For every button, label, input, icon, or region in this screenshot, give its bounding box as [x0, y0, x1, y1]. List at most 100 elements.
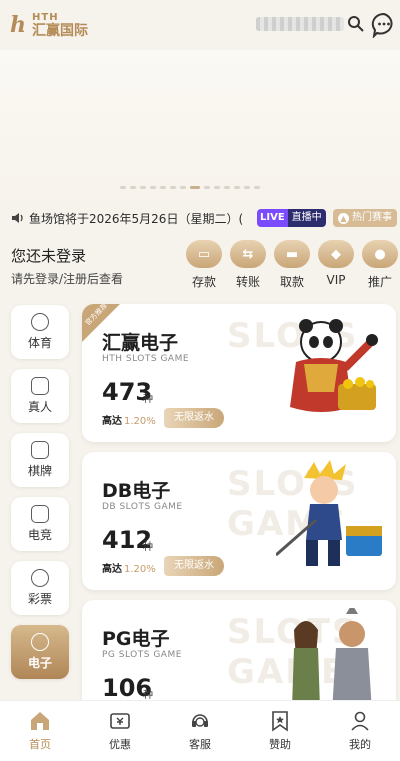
pagination-dot[interactable]	[150, 186, 156, 189]
home-icon	[31, 712, 49, 730]
support-icon	[192, 714, 208, 727]
pagination-dot[interactable]	[140, 186, 146, 189]
warrior-character	[276, 460, 382, 566]
pagination-dot[interactable]	[204, 186, 210, 189]
chat-icon[interactable]	[371, 12, 397, 38]
category-sports[interactable]: 体育	[11, 305, 69, 359]
gamepad-icon	[31, 505, 49, 523]
rebate-rate: 高达 1.20%	[102, 560, 156, 575]
card-subtitle: DB SLOTS GAME	[102, 502, 183, 512]
rebate-value: 1.20%	[124, 416, 156, 427]
login-subtitle: 请先登录/注册后查看	[11, 272, 124, 286]
action-label: 推广	[367, 275, 392, 289]
category-label: 电竞	[27, 528, 52, 542]
nav-label: 赞助	[269, 738, 291, 751]
coins-icon	[31, 633, 49, 651]
rebate-label: 高达	[102, 564, 122, 575]
chess-icon	[31, 441, 49, 459]
nav-label: 首页	[29, 738, 51, 751]
action-withdraw[interactable]: ▬ 取款	[274, 240, 310, 290]
pagination-dot[interactable]	[234, 186, 240, 189]
promote-icon: ●	[362, 240, 398, 268]
logo-mark: h	[10, 12, 26, 38]
live-label: LIVE	[257, 209, 288, 227]
action-label: 转账	[235, 275, 260, 289]
category-slots[interactable]: 电子	[11, 625, 69, 679]
bottom-nav: 首页 优惠 客服 赞助 我的	[0, 700, 400, 761]
vip-icon: ◆	[318, 240, 354, 268]
pagination-dot[interactable]	[160, 186, 166, 189]
nav-support[interactable]: 客服	[160, 701, 240, 761]
nav-home[interactable]: 首页	[0, 701, 80, 761]
category-label: 棋牌	[27, 464, 52, 478]
promo-banner[interactable]	[0, 50, 400, 202]
card-subtitle: PG SLOTS GAME	[102, 650, 182, 660]
panda-character	[290, 319, 378, 412]
live-badge[interactable]: LIVE 直播中	[257, 209, 326, 227]
coupon-icon	[110, 713, 130, 729]
category-label: 电子	[27, 656, 52, 670]
game-card-db[interactable]: SLOTS GAME DB电子 DB SLOTS GAME 412 种 高达 1.…	[82, 452, 396, 590]
rebate-value: 1.20%	[124, 564, 156, 575]
profile-icon	[351, 711, 369, 731]
login-prompt[interactable]: 您还未登录 请先登录/注册后查看	[11, 245, 123, 287]
card-title: 汇赢电子	[102, 332, 179, 354]
card-subtitle: HTH SLOTS GAME	[102, 354, 190, 364]
deposit-icon: ▭	[186, 240, 222, 268]
soccer-icon	[31, 313, 49, 331]
rebate-rate: 高达 1.20%	[102, 412, 156, 427]
speaker-icon	[12, 213, 23, 223]
pagination-dot[interactable]	[130, 186, 136, 189]
pagination-dot[interactable]	[180, 186, 186, 189]
pagination-dot[interactable]	[120, 186, 126, 189]
logo[interactable]: h HTH 汇赢国际	[10, 12, 88, 38]
live-text: 直播中	[287, 209, 326, 227]
unlimited-rebate-badge: 无限返水	[164, 556, 224, 576]
transfer-icon: ⇆	[230, 240, 266, 268]
category-chess[interactable]: 棋牌	[11, 433, 69, 487]
category-label: 体育	[27, 336, 52, 350]
count-unit: 种	[143, 394, 153, 405]
hot-events-button[interactable]: ▲ 热门赛事	[333, 209, 397, 227]
category-esports[interactable]: 电竞	[11, 497, 69, 551]
unlimited-rebate-badge: 无限返水	[164, 408, 224, 428]
pagination-dot[interactable]	[224, 186, 230, 189]
nav-label: 优惠	[109, 738, 131, 751]
action-deposit[interactable]: ▭ 存款	[186, 240, 222, 290]
action-transfer[interactable]: ⇆ 转账	[230, 240, 266, 290]
nav-promotions[interactable]: 优惠	[80, 701, 160, 761]
rebate-label: 高达	[102, 416, 122, 427]
withdraw-icon: ▬	[274, 240, 310, 268]
count-unit: 种	[143, 542, 153, 553]
banner-pagination	[120, 186, 260, 189]
pagination-dot[interactable]	[170, 186, 176, 189]
category-lottery[interactable]: 彩票	[11, 561, 69, 615]
action-label: 存款	[191, 275, 216, 289]
pagination-dot[interactable]	[254, 186, 260, 189]
announcement-text: 鱼场馆将于2026年5月26日（星期二）(	[29, 211, 244, 226]
search-icon[interactable]	[347, 15, 365, 33]
username-blurred	[256, 17, 344, 31]
category-live[interactable]: 真人	[11, 369, 69, 423]
app-header: h HTH 汇赢国际	[0, 0, 400, 50]
pagination-dot[interactable]	[214, 186, 220, 189]
login-title: 您还未登录	[11, 247, 87, 265]
nav-label: 客服	[189, 738, 211, 751]
pagination-dot[interactable]	[190, 186, 200, 189]
pagination-dot[interactable]	[244, 186, 250, 189]
category-label: 真人	[27, 400, 52, 414]
card-title: PG电子	[102, 628, 170, 650]
game-card-hth[interactable]: SLOTS 官方推荐 汇赢电子 HTH SLOTS GAME 473 种 高达 1…	[82, 304, 396, 442]
quick-actions: ▭ 存款 ⇆ 转账 ▬ 取款 ◆ VIP ● 推广	[186, 240, 398, 290]
action-vip[interactable]: ◆ VIP	[318, 240, 354, 290]
nav-profile[interactable]: 我的	[320, 701, 400, 761]
dice-icon	[31, 377, 49, 395]
nav-sponsor[interactable]: 赞助	[240, 701, 320, 761]
hot-events-label: 热门赛事	[352, 212, 392, 223]
category-menu: 体育 真人 棋牌 电竞 彩票 电子	[11, 305, 69, 689]
count-unit: 种	[143, 690, 153, 701]
card-title: DB电子	[102, 480, 171, 502]
sponsor-icon	[272, 711, 288, 732]
action-label: VIP	[326, 273, 346, 287]
action-promote[interactable]: ● 推广	[362, 240, 398, 290]
